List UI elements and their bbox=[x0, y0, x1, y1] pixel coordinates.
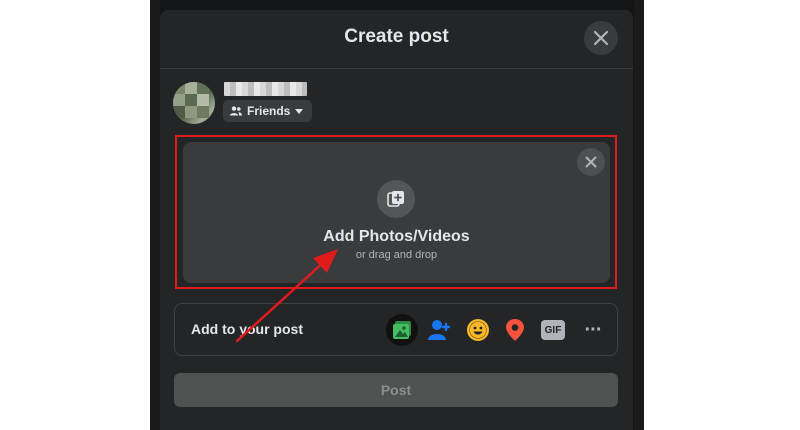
add-to-post-bar: Add to your post GIF ··· bbox=[174, 303, 618, 356]
audience-selector[interactable]: Friends bbox=[223, 100, 313, 122]
caret-down-icon bbox=[295, 108, 304, 114]
photo-video-icon[interactable] bbox=[386, 314, 418, 346]
more-label: ··· bbox=[584, 319, 603, 341]
friends-icon bbox=[230, 106, 242, 116]
tag-people-icon[interactable] bbox=[427, 317, 453, 343]
close-icon bbox=[593, 30, 609, 46]
check-in-icon[interactable] bbox=[502, 317, 528, 343]
post-button[interactable]: Post bbox=[174, 373, 618, 407]
dialog-header: Create post bbox=[160, 10, 633, 69]
upload-subtitle: or drag and drop bbox=[355, 249, 438, 261]
add-photo-icon bbox=[377, 180, 415, 218]
dialog-title: Create post bbox=[344, 26, 449, 47]
gif-icon[interactable]: GIF bbox=[540, 317, 566, 343]
user-name-text bbox=[224, 82, 308, 96]
remove-media-area-button[interactable] bbox=[577, 148, 605, 176]
upload-title: Add Photos/Videos bbox=[323, 228, 470, 245]
feeling-icon[interactable] bbox=[465, 317, 491, 343]
add-photos-videos-dropzone[interactable]: Add Photos/Videos or drag and drop bbox=[183, 142, 610, 283]
more-options-icon[interactable]: ··· bbox=[580, 317, 606, 343]
create-post-dialog: Create post Friends Add Photos/Videos or… bbox=[160, 10, 633, 430]
user-name bbox=[224, 82, 316, 96]
avatar bbox=[173, 82, 215, 124]
close-dialog-button[interactable] bbox=[584, 21, 618, 55]
add-to-post-label: Add to your post bbox=[191, 321, 303, 337]
close-icon bbox=[585, 156, 597, 168]
audience-label: Friends bbox=[247, 104, 291, 118]
gif-label: GIF bbox=[544, 324, 562, 336]
